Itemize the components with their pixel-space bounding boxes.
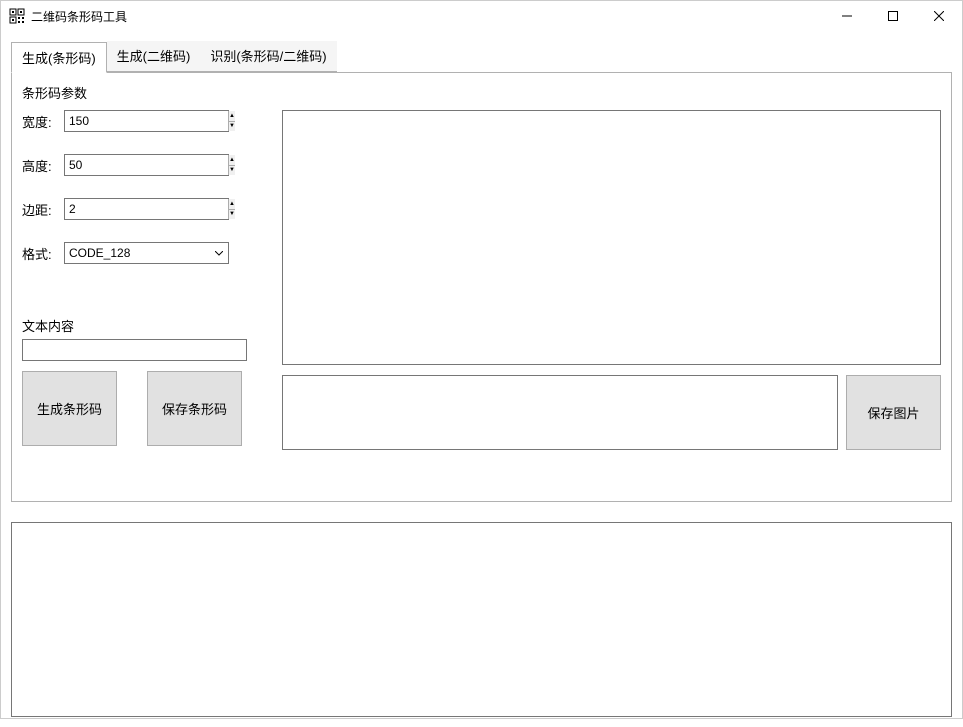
height-up-button[interactable]: ▲ <box>229 155 235 166</box>
close-button[interactable] <box>916 1 962 31</box>
width-spinner-buttons: ▲ ▼ <box>228 111 235 131</box>
tab-generate-barcode[interactable]: 生成(条形码) <box>11 42 107 73</box>
text-content-section: 文本内容 <box>22 316 262 361</box>
margin-up-button[interactable]: ▲ <box>229 199 235 210</box>
generate-barcode-button[interactable]: 生成条形码 <box>22 371 117 446</box>
width-down-button[interactable]: ▼ <box>229 122 235 132</box>
tab-container: 生成(条形码) 生成(二维码) 识别(条形码/二维码) 条形码参数 宽度: <box>11 41 952 717</box>
text-content-label: 文本内容 <box>22 316 262 335</box>
height-label: 高度: <box>22 156 64 175</box>
height-spinner: ▲ ▼ <box>64 154 229 176</box>
right-panel: 保存图片 <box>282 110 941 450</box>
margin-spinner-buttons: ▲ ▼ <box>228 199 235 219</box>
margin-label: 边距: <box>22 200 64 219</box>
width-input[interactable] <box>65 111 228 131</box>
content-row: 宽度: ▲ ▼ <box>22 110 941 450</box>
groupbox-title: 条形码参数 <box>22 83 941 102</box>
margin-row: 边距: ▲ ▼ <box>22 198 262 220</box>
app-icon <box>9 8 25 24</box>
window-controls <box>824 1 962 31</box>
margin-down-button[interactable]: ▼ <box>229 210 235 220</box>
width-label: 宽度: <box>22 112 64 131</box>
format-label: 格式: <box>22 244 64 263</box>
result-row: 保存图片 <box>282 375 941 450</box>
save-image-button[interactable]: 保存图片 <box>846 375 941 450</box>
height-down-button[interactable]: ▼ <box>229 166 235 176</box>
barcode-preview <box>282 110 941 365</box>
width-row: 宽度: ▲ ▼ <box>22 110 262 132</box>
height-input[interactable] <box>65 155 228 175</box>
margin-input[interactable] <box>65 199 228 219</box>
log-textarea-container <box>11 522 952 717</box>
height-spinner-buttons: ▲ ▼ <box>228 155 235 175</box>
margin-spinner: ▲ ▼ <box>64 198 229 220</box>
client-area: 生成(条形码) 生成(二维码) 识别(条形码/二维码) 条形码参数 宽度: <box>1 31 962 727</box>
tab-recognize[interactable]: 识别(条形码/二维码) <box>200 41 336 72</box>
left-panel: 宽度: ▲ ▼ <box>22 110 262 450</box>
result-box <box>282 375 838 450</box>
save-barcode-button[interactable]: 保存条形码 <box>147 371 242 446</box>
window-title: 二维码条形码工具 <box>31 8 824 25</box>
tab-content: 条形码参数 宽度: ▲ ▼ <box>11 72 952 502</box>
tab-generate-qrcode[interactable]: 生成(二维码) <box>107 41 201 72</box>
height-row: 高度: ▲ ▼ <box>22 154 262 176</box>
chevron-down-icon <box>210 243 228 263</box>
button-row: 生成条形码 保存条形码 <box>22 371 262 446</box>
format-row: 格式: CODE_128 <box>22 242 262 264</box>
log-textarea[interactable] <box>12 523 951 716</box>
width-spinner: ▲ ▼ <box>64 110 229 132</box>
main-window: 二维码条形码工具 生成(条形码) 生成(二维码) 识别(条形码/二维码) <box>0 0 963 719</box>
text-content-input[interactable] <box>22 339 247 361</box>
format-value: CODE_128 <box>65 244 210 262</box>
tab-header: 生成(条形码) 生成(二维码) 识别(条形码/二维码) <box>11 41 952 72</box>
maximize-button[interactable] <box>870 1 916 31</box>
format-select[interactable]: CODE_128 <box>64 242 229 264</box>
barcode-params-group: 条形码参数 宽度: ▲ ▼ <box>22 83 941 450</box>
minimize-button[interactable] <box>824 1 870 31</box>
titlebar: 二维码条形码工具 <box>1 1 962 31</box>
width-up-button[interactable]: ▲ <box>229 111 235 122</box>
